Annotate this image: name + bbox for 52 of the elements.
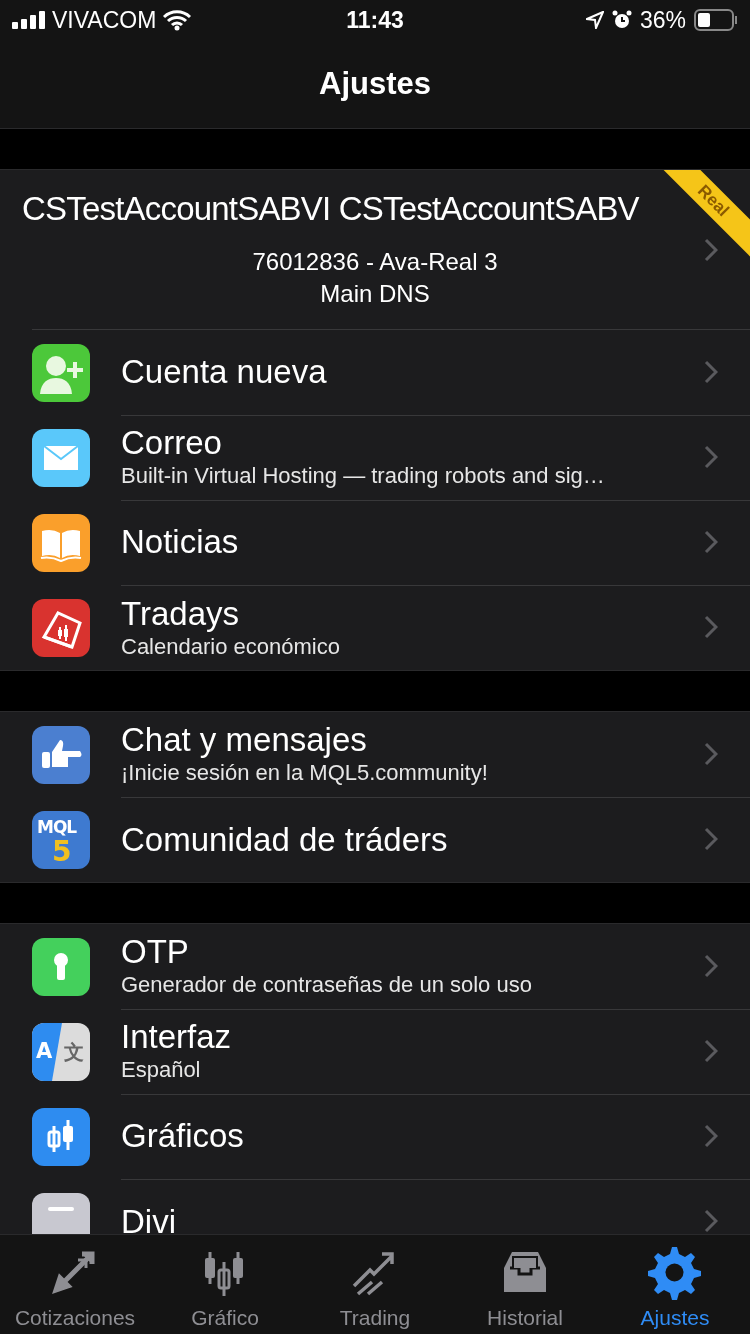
tab[interactable]: Historial xyxy=(450,1235,600,1334)
tab[interactable]: Cotizaciones xyxy=(0,1235,150,1334)
person-plus-icon xyxy=(32,343,90,402)
tab[interactable]: Ajustes xyxy=(600,1235,750,1334)
row-title: Noticias xyxy=(121,523,239,561)
battery-icon xyxy=(694,9,738,31)
alarm-clock-icon xyxy=(611,10,632,30)
location-arrow-icon xyxy=(585,11,604,29)
chevron-icon[interactable] xyxy=(704,238,718,262)
row-subtitle: Generador de contraseñas de un solo uso xyxy=(121,971,532,999)
list-icon xyxy=(32,1192,90,1234)
row-subtitle: ¡Inicie sesión en la MQL5.community! xyxy=(121,759,488,787)
row-title: Chat y mensajes xyxy=(121,721,367,759)
server-name: Main DNS xyxy=(320,279,430,309)
chevron-icon[interactable] xyxy=(704,1039,718,1063)
envelope-icon xyxy=(32,428,90,487)
chevron-icon[interactable] xyxy=(704,954,718,978)
row-subtitle: Español xyxy=(121,1056,201,1084)
account-number: 76012836 - Ava-Real 3 xyxy=(252,247,498,277)
chevron-icon[interactable] xyxy=(704,827,718,851)
row-subtitle: Calendario económico xyxy=(121,632,340,661)
battery-percent: 36% xyxy=(639,6,686,34)
chevron-icon[interactable] xyxy=(704,742,718,766)
chevron-icon[interactable] xyxy=(704,1124,718,1148)
chevron-icon[interactable] xyxy=(704,530,718,554)
settings-icon xyxy=(648,1246,702,1300)
tab[interactable]: Gráfico xyxy=(150,1235,300,1334)
chevron-icon[interactable] xyxy=(704,360,718,384)
wifi-icon xyxy=(162,9,193,31)
chevron-icon[interactable] xyxy=(704,445,718,469)
keyhole-icon xyxy=(32,937,90,996)
mql-logo-icon: MQL 5 xyxy=(32,810,90,869)
row-subtitle: Built-in Virtual Hosting — trading robots and sig… xyxy=(121,462,605,490)
row-title: Interfaz xyxy=(121,1018,232,1056)
row-title: Tradays xyxy=(121,594,239,633)
book-icon xyxy=(32,513,90,572)
signal-icon xyxy=(12,11,46,29)
pointing-hand-icon xyxy=(32,725,90,784)
row-title: Gráficos xyxy=(121,1117,244,1155)
tab[interactable]: Trading xyxy=(300,1235,450,1334)
row-title: Comunidad de tráders xyxy=(121,820,448,859)
row-title: Divi xyxy=(121,1202,176,1234)
row-title: Correo xyxy=(121,424,222,462)
screen-title: Ajustes xyxy=(319,66,431,102)
chevron-icon[interactable] xyxy=(704,1209,718,1233)
row-title: Cuenta nueva xyxy=(121,353,327,391)
row-title: OTP xyxy=(121,933,189,971)
carrier-name: VIVACOM xyxy=(52,6,157,34)
candlestick-icon xyxy=(32,1107,90,1166)
translate-icon: A 文 xyxy=(32,1022,90,1081)
clock-time: 11:43 xyxy=(346,6,404,34)
chevron-icon[interactable] xyxy=(704,615,718,639)
